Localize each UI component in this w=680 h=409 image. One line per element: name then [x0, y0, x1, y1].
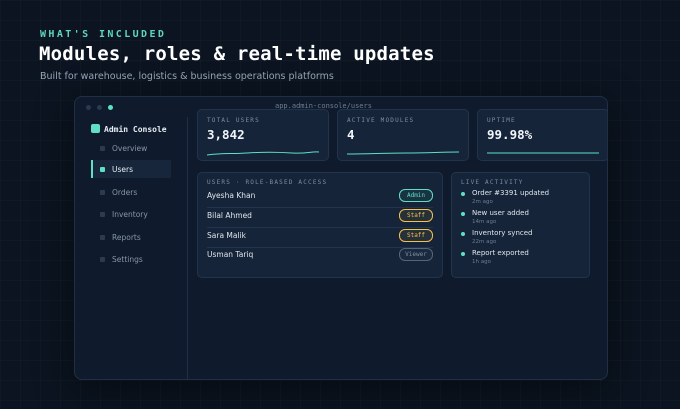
- activity-time: 2m ago: [472, 199, 493, 205]
- page-title: Modules, roles & real-time updates: [39, 43, 435, 65]
- window-dot-icon: [86, 105, 91, 110]
- stat-label: TOTAL USERS: [207, 117, 260, 124]
- activity-time: 22m ago: [472, 239, 497, 245]
- activity-text: Order #3391 updated: [472, 189, 550, 197]
- activity-text: Inventory synced: [472, 229, 533, 237]
- users-panel: USERS · ROLE-BASED ACCESS Ayesha Khan Ad…: [197, 172, 443, 278]
- table-row[interactable]: Bilal Ahmed Staff: [207, 209, 433, 228]
- sidebar-item-orders[interactable]: Orders: [91, 184, 171, 200]
- role-badge[interactable]: Viewer: [399, 248, 433, 261]
- activity-time: 1h ago: [472, 259, 491, 265]
- user-name: Bilal Ahmed: [207, 211, 252, 220]
- role-badge[interactable]: Staff: [399, 209, 433, 222]
- status-dot-icon: [461, 252, 465, 256]
- user-name: Sara Malik: [207, 231, 246, 240]
- stat-card-uptime: UPTIME 99.98%: [477, 109, 607, 161]
- sidebar-item-settings[interactable]: Settings: [91, 251, 171, 267]
- users-icon: [100, 166, 105, 172]
- panel-title: USERS · ROLE-BASED ACCESS: [207, 179, 328, 186]
- stat-label: UPTIME: [487, 117, 516, 124]
- orders-icon: [100, 189, 105, 195]
- activity-panel: LIVE ACTIVITY Order #3391 updated 2m ago…: [451, 172, 590, 278]
- app-window-mockup: app.admin-console/users Admin Console Ov…: [74, 96, 608, 380]
- sidebar-item-label: Inventory: [112, 209, 148, 219]
- brand-label: Admin Console: [104, 125, 167, 134]
- window-dot-icon: [97, 105, 102, 110]
- sidebar-item-overview[interactable]: Overview: [91, 140, 171, 156]
- reports-icon: [100, 234, 105, 240]
- activity-text: Report exported: [472, 249, 529, 257]
- sidebar-item-inventory[interactable]: Inventory: [91, 206, 171, 222]
- table-row[interactable]: Ayesha Khan Admin: [207, 189, 433, 208]
- inventory-icon: [100, 211, 105, 217]
- role-badge[interactable]: Admin: [399, 189, 433, 202]
- stat-card-active-modules: ACTIVE MODULES 4: [337, 109, 469, 161]
- sidebar-item-label: Settings: [112, 254, 143, 264]
- stat-label: ACTIVE MODULES: [347, 117, 415, 124]
- activity-text: New user added: [472, 209, 529, 217]
- status-dot-icon: [461, 212, 465, 216]
- brand: Admin Console: [91, 124, 167, 134]
- status-dot-icon: [461, 232, 465, 236]
- stat-value: 99.98%: [487, 127, 533, 142]
- logo-icon: [91, 124, 100, 133]
- sidebar-item-users[interactable]: Users: [91, 160, 171, 178]
- sparkline-chart: [487, 152, 599, 154]
- panel-title: LIVE ACTIVITY: [461, 179, 524, 186]
- overview-icon: [100, 145, 105, 151]
- user-name: Usman Tariq: [207, 250, 254, 259]
- page-subtitle: Built for warehouse, logistics & busines…: [40, 71, 334, 82]
- sidebar-item-label: Reports: [112, 232, 141, 242]
- table-row[interactable]: Sara Malik Staff: [207, 229, 433, 248]
- activity-time: 14m ago: [472, 219, 497, 225]
- role-badge[interactable]: Staff: [399, 229, 433, 242]
- section-eyebrow: WHAT'S INCLUDED: [40, 29, 167, 40]
- sidebar-item-label: Overview: [112, 143, 148, 153]
- sidebar: Admin Console Overview Users Orders Inve…: [75, 117, 188, 379]
- user-name: Ayesha Khan: [207, 191, 256, 200]
- sidebar-item-label: Orders: [112, 187, 138, 197]
- status-dot-icon: [461, 192, 465, 196]
- stat-value: 3,842: [207, 127, 245, 142]
- sidebar-item-label: Users: [112, 164, 134, 174]
- settings-icon: [100, 256, 105, 262]
- stat-card-total-users: TOTAL USERS 3,842: [197, 109, 329, 161]
- stat-value: 4: [347, 127, 355, 142]
- sparkline-chart: [207, 151, 319, 156]
- sidebar-item-reports[interactable]: Reports: [91, 229, 171, 245]
- sparkline-chart: [347, 151, 459, 155]
- table-row[interactable]: Usman Tariq Viewer: [207, 248, 433, 266]
- window-dot-active-icon: [108, 105, 113, 110]
